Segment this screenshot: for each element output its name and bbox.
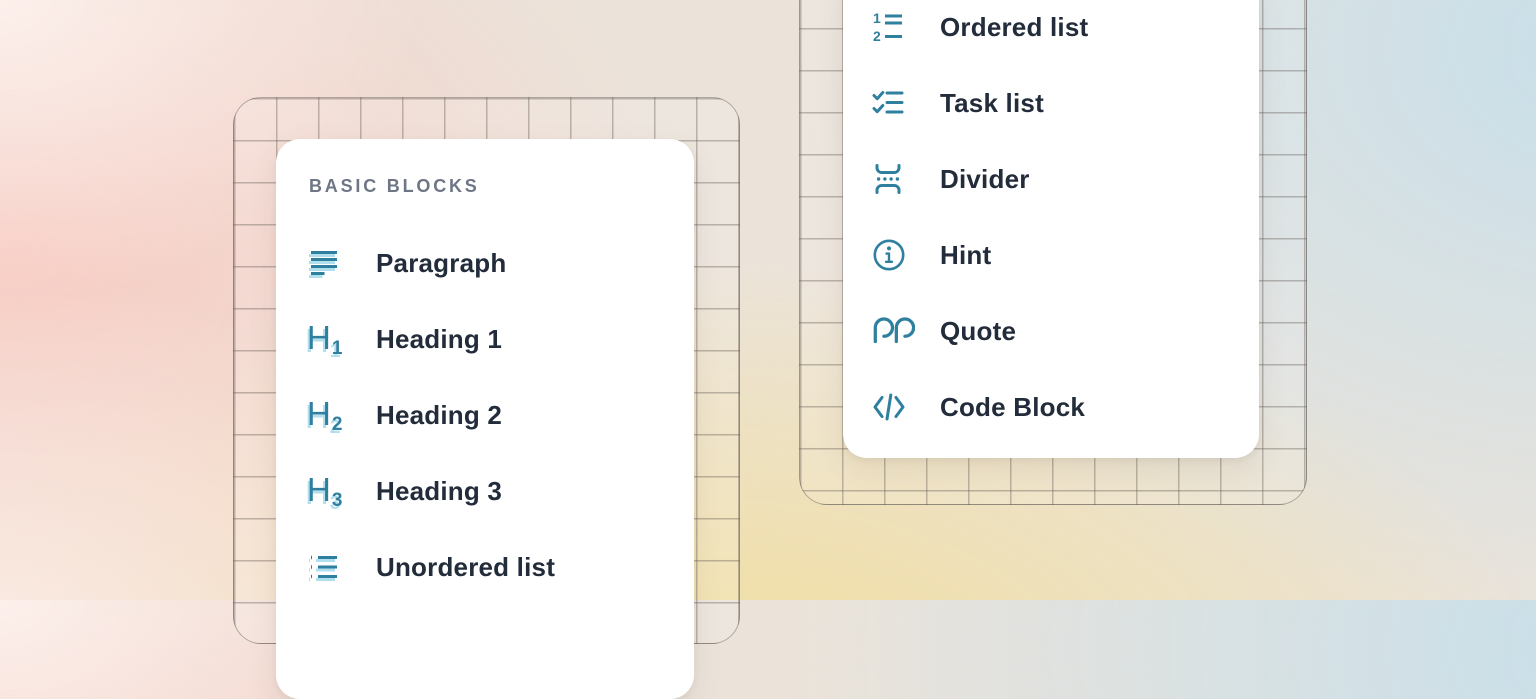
- menu-item-heading-3[interactable]: H3 Heading 3: [276, 453, 694, 529]
- task-list-icon: [871, 85, 915, 121]
- unordered-list-icon: [307, 549, 351, 585]
- menu-item-label: Heading 1: [376, 324, 502, 355]
- menu-item-label: Heading 3: [376, 476, 502, 507]
- svg-text:1: 1: [873, 10, 881, 26]
- heading-3-icon: H3: [307, 473, 351, 509]
- menu-item-label: Code Block: [940, 392, 1085, 423]
- menu-item-label: Divider: [940, 164, 1030, 195]
- menu-item-label: Heading 2: [376, 400, 502, 431]
- ordered-list-icon: 1 2: [871, 9, 915, 45]
- menu-item-hint[interactable]: Hint: [843, 217, 1259, 293]
- menu-list-right: 1 2 Ordered list Task list Divider Hint Q…: [843, 0, 1259, 445]
- menu-item-label: Hint: [940, 240, 991, 271]
- section-title-basic-blocks: BASIC BLOCKS: [309, 175, 694, 197]
- menu-item-label: Ordered list: [940, 12, 1088, 43]
- menu-item-heading-1[interactable]: H1 Heading 1: [276, 301, 694, 377]
- heading-1-icon: H1: [307, 321, 351, 357]
- menu-item-code-block[interactable]: Code Block: [843, 369, 1259, 445]
- menu-item-label: Unordered list: [376, 552, 555, 583]
- divider-icon: [871, 161, 915, 197]
- menu-item-label: Quote: [940, 316, 1016, 347]
- quote-icon: [871, 313, 915, 349]
- background-gradient: BASIC BLOCKS Paragraph H1 Heading 1 H2 Headi…: [0, 0, 1536, 600]
- menu-item-task-list[interactable]: Task list: [843, 65, 1259, 141]
- menu-item-ordered-list[interactable]: 1 2 Ordered list: [843, 0, 1259, 65]
- block-menu-basic-blocks: BASIC BLOCKS Paragraph H1 Heading 1 H2 Headi…: [276, 139, 694, 699]
- menu-item-unordered-list[interactable]: Unordered list: [276, 529, 694, 605]
- block-menu-more-blocks: 1 2 Ordered list Task list Divider Hint Q…: [843, 0, 1259, 458]
- menu-item-paragraph[interactable]: Paragraph: [276, 225, 694, 301]
- svg-text:2: 2: [873, 28, 881, 44]
- paragraph-icon: [307, 245, 351, 281]
- hint-icon: [871, 237, 915, 273]
- code-block-icon: [871, 389, 915, 425]
- menu-item-label: Paragraph: [376, 248, 506, 279]
- menu-item-heading-2[interactable]: H2 Heading 2: [276, 377, 694, 453]
- menu-item-label: Task list: [940, 88, 1044, 119]
- menu-item-quote[interactable]: Quote: [843, 293, 1259, 369]
- menu-list-left: Paragraph H1 Heading 1 H2 Heading 2 H3 Heading…: [276, 225, 694, 605]
- menu-item-divider[interactable]: Divider: [843, 141, 1259, 217]
- heading-2-icon: H2: [307, 397, 351, 433]
